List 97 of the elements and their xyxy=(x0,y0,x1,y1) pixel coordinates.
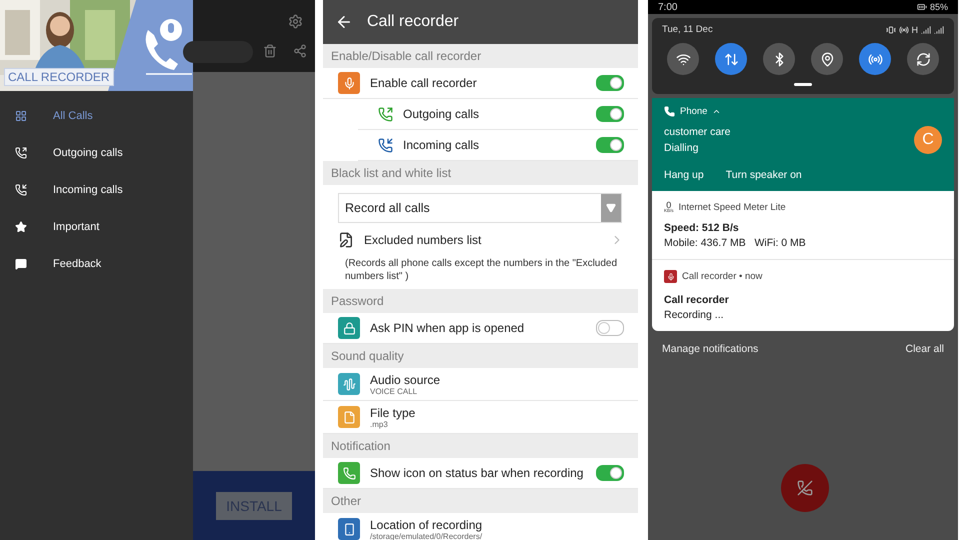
recorder-notification[interactable]: Call recorder • now Call recorder Recording ... xyxy=(652,260,954,332)
phone-icon xyxy=(664,106,675,117)
call-notification[interactable]: Phone customer care Dialling C Hang up Turn speaker on xyxy=(652,98,954,191)
end-call-icon xyxy=(797,480,813,496)
drag-handle[interactable] xyxy=(794,83,812,86)
setting-label: Ask PIN when app is opened xyxy=(370,321,526,335)
toggle-switch[interactable] xyxy=(596,320,624,336)
header-label: CALL RECORDER xyxy=(4,68,114,86)
hotspot-icon xyxy=(868,52,882,66)
quick-tile[interactable] xyxy=(859,43,891,75)
section-header: Enable/Disable call recorder xyxy=(323,44,638,68)
section-header: Password xyxy=(323,289,638,313)
waveform-icon xyxy=(338,373,360,395)
quick-tile[interactable] xyxy=(811,43,843,75)
phone-outgoing-icon xyxy=(378,106,393,122)
dropdown-select[interactable]: Record all calls xyxy=(338,193,622,223)
recorder-app-icon xyxy=(664,270,677,284)
edit-note-icon xyxy=(338,232,354,248)
section-header: Sound quality xyxy=(323,344,638,368)
notification-text: Mobile: 436.7 MB WiFi: 0 MB xyxy=(664,237,807,250)
message-icon xyxy=(15,258,27,270)
hotspot-icon xyxy=(898,24,908,34)
search-field[interactable] xyxy=(183,41,253,63)
drawer-menu-item[interactable]: Incoming calls xyxy=(0,171,193,208)
phone-outgoing-icon xyxy=(15,146,27,158)
location-pin-icon xyxy=(820,52,834,66)
quick-tile[interactable] xyxy=(667,43,699,75)
date-label: Tue, 11 Dec xyxy=(662,24,713,35)
vibrate-icon xyxy=(886,24,896,34)
star-icon xyxy=(15,220,27,232)
notification-action[interactable]: Turn speaker on xyxy=(726,169,802,181)
signal-icon xyxy=(934,24,944,34)
data-arrows-icon xyxy=(724,52,738,66)
drawer-menu-item[interactable]: Outgoing calls xyxy=(0,134,193,171)
signal-icon xyxy=(921,24,931,34)
notification-title: Speed: 512 B/s xyxy=(664,222,740,234)
battery-icon xyxy=(916,2,927,12)
app-name: Internet Speed Meter Lite xyxy=(678,202,786,213)
network-type: H xyxy=(912,24,918,34)
setting-value: VOICE CALL xyxy=(370,386,418,396)
phone-icon xyxy=(338,462,360,484)
setting-label: Excluded numbers list xyxy=(364,233,482,247)
dropdown-arrow-icon xyxy=(606,203,616,213)
setting-row[interactable]: Audio source VOICE CALL xyxy=(323,368,638,401)
setting-label: Enable call recorder xyxy=(370,76,478,90)
trash-icon[interactable] xyxy=(263,44,277,58)
battery-level: 85% xyxy=(930,2,948,12)
toggle-switch[interactable] xyxy=(596,106,624,122)
drawer-menu-item[interactable]: Important xyxy=(0,208,193,245)
share-icon[interactable] xyxy=(293,44,307,58)
notification-text: Recording ... xyxy=(664,309,725,322)
wifi-icon xyxy=(676,52,690,66)
drawer-menu-item[interactable]: All Calls xyxy=(0,97,193,134)
clear-all-button[interactable]: Clear all xyxy=(905,343,944,356)
grid-icon xyxy=(15,110,27,122)
settings-icon[interactable] xyxy=(288,14,303,29)
phone-incoming-icon xyxy=(15,184,27,196)
quick-tile[interactable] xyxy=(715,43,747,75)
notification-action[interactable]: Hang up xyxy=(664,169,704,181)
screen-title: Call recorder xyxy=(367,13,459,31)
toggle-switch[interactable] xyxy=(596,137,624,153)
file-icon xyxy=(338,406,360,428)
setting-label: Outgoing calls xyxy=(403,107,480,121)
rotate-icon xyxy=(916,52,930,66)
toggle-switch[interactable] xyxy=(596,75,624,91)
setting-value: /storage/emulated/0/Recorders/ xyxy=(370,532,484,540)
setting-row[interactable]: Excluded numbers list xyxy=(323,225,638,255)
section-header: Other xyxy=(323,489,638,513)
setting-row[interactable]: Location of recording /storage/emulated/0/Recorders/ xyxy=(323,513,638,540)
toggle-switch[interactable] xyxy=(596,465,624,481)
clock: 7:00 xyxy=(658,2,678,12)
app-name: Phone xyxy=(680,106,708,117)
notification-title: Call recorder xyxy=(664,294,730,306)
quick-tile[interactable] xyxy=(763,43,795,75)
section-header: Notification xyxy=(323,434,638,458)
lock-icon xyxy=(338,317,360,339)
call-status: Dialling xyxy=(664,142,700,154)
setting-value: .mp3 xyxy=(370,420,389,428)
caret-icon[interactable] xyxy=(712,107,722,116)
setting-label: Audio source xyxy=(370,372,442,386)
end-call-button[interactable] xyxy=(781,464,829,512)
setting-label: File type xyxy=(370,406,416,420)
setting-row[interactable]: Outgoing calls xyxy=(358,99,638,130)
caller-name: customer care xyxy=(664,126,731,138)
setting-row[interactable]: Enable call recorder xyxy=(323,68,638,99)
setting-label: Location of recording xyxy=(370,518,484,532)
drawer-menu-item[interactable]: Feedback xyxy=(0,245,193,282)
contact-avatar: C xyxy=(914,126,942,154)
quick-tile[interactable] xyxy=(907,43,939,75)
app-name: Call recorder • now xyxy=(682,271,762,282)
setting-label: Show icon on status bar when recording xyxy=(370,466,584,480)
phone-incoming-icon xyxy=(378,138,393,152)
setting-label: Incoming calls xyxy=(403,138,480,152)
microphone-icon xyxy=(338,72,360,94)
section-header: Black list and white list xyxy=(323,161,638,185)
setting-note: (Records all phone calls except the numbers in the "Excluded numbers list" ) xyxy=(344,257,618,284)
manage-notifications-link[interactable]: Manage notifications xyxy=(662,343,758,356)
